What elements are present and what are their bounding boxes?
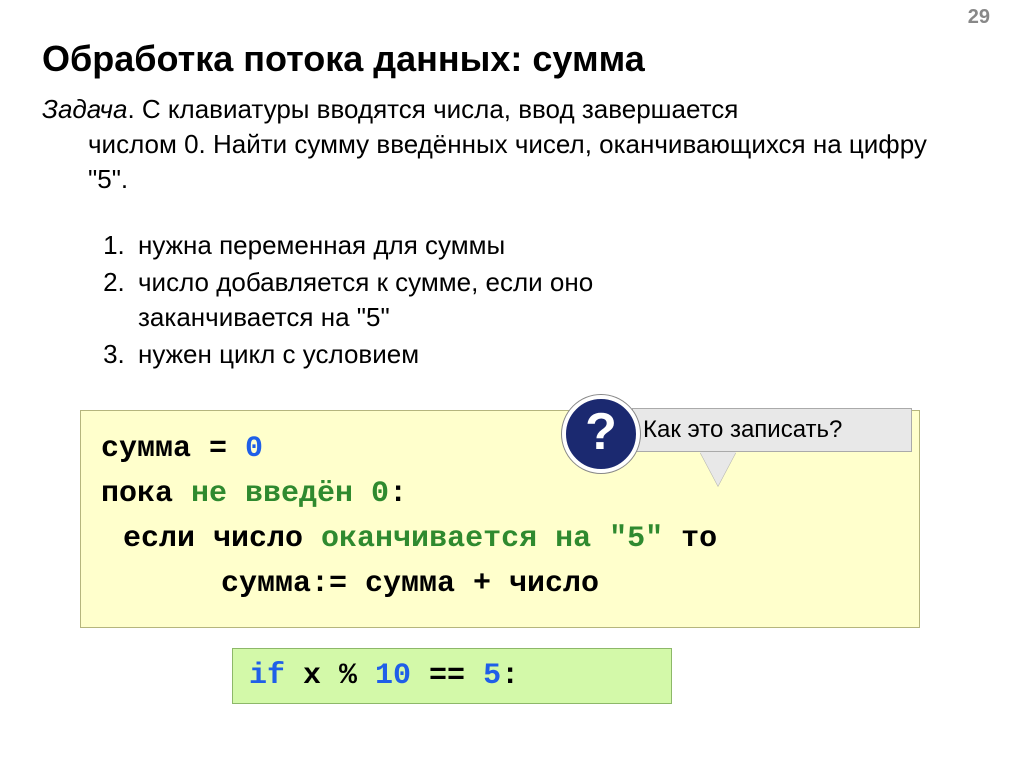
callout-box: Как это записать? <box>632 408 912 452</box>
code-solution-box: if x % 10 == 5: <box>232 648 672 704</box>
c2c: 10 <box>375 659 411 693</box>
c2b: x % <box>285 659 375 693</box>
pseudo-line-3: если число оканчивается на "5" то <box>101 517 901 562</box>
steps-list: нужна переменная для суммы число добавля… <box>90 228 593 374</box>
step-2b: заканчивается на "5" <box>138 300 593 335</box>
step-3: нужен цикл с условием <box>132 337 593 372</box>
callout-text: Как это записать? <box>643 416 842 444</box>
pc3c: то <box>663 522 717 556</box>
step-2a: число добавляется к сумме, если оно <box>138 267 593 297</box>
task-line2: числом 0. Найти сумму введённых чисел, о… <box>88 127 964 197</box>
question-mark-icon: ? <box>585 406 617 458</box>
c2d: == <box>411 659 483 693</box>
page-title: Обработка потока данных: сумма <box>42 38 645 80</box>
pseudo-line-2: пока не введён 0: <box>101 472 901 517</box>
callout-tail <box>700 452 736 486</box>
page-number: 29 <box>968 6 990 29</box>
pc2c: : <box>389 477 407 511</box>
step-2: число добавляется к сумме, если оно зака… <box>132 265 593 335</box>
pc1b: 0 <box>245 432 263 466</box>
question-mark-badge: ? <box>562 395 640 473</box>
pc4: сумма:= сумма + число <box>101 567 599 601</box>
step-1: нужна переменная для суммы <box>132 228 593 263</box>
pc3a: если число <box>123 522 321 556</box>
task-line1: . С клавиатуры вводятся числа, ввод заве… <box>127 94 738 124</box>
task-label: Задача <box>42 94 127 124</box>
task-statement: Задача. С клавиатуры вводятся числа, вво… <box>42 92 964 197</box>
c2a: if <box>249 659 285 693</box>
pc2a: пока <box>101 477 191 511</box>
pc2b: не введён 0 <box>191 477 389 511</box>
c2e: 5 <box>483 659 501 693</box>
pc1a: сумма = <box>101 432 245 466</box>
c2f: : <box>501 659 519 693</box>
pseudo-line-4: сумма:= сумма + число <box>101 562 901 607</box>
pc3b: оканчивается на "5" <box>321 522 663 556</box>
